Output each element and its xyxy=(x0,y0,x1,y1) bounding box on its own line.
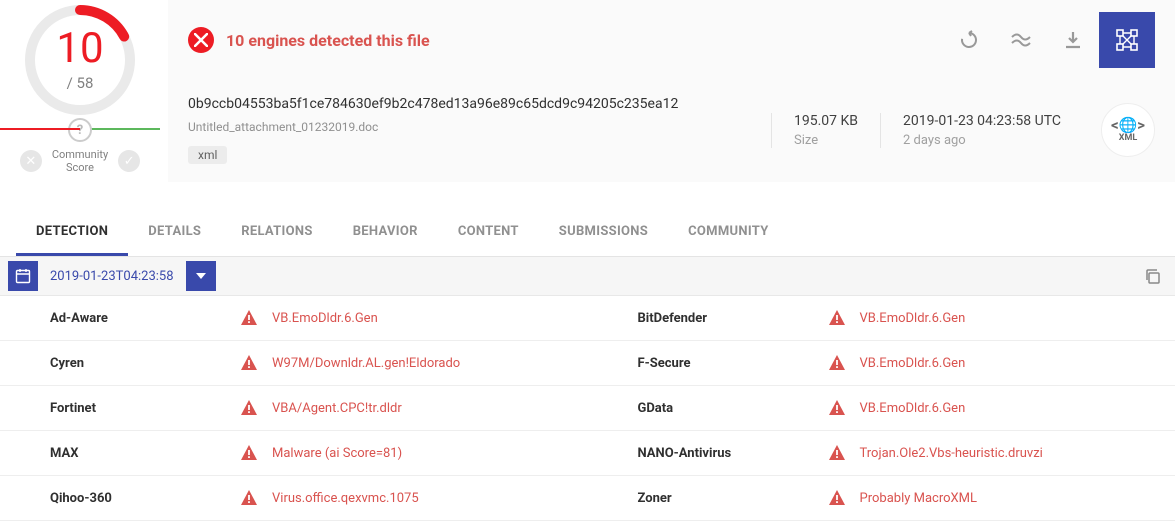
graph-button[interactable] xyxy=(1099,12,1155,68)
tab-content[interactable]: CONTENT xyxy=(438,210,539,256)
size-column: 195.07 KB Size xyxy=(771,113,880,148)
vendor-name: NANO-Antivirus xyxy=(638,446,828,461)
copy-icon[interactable] xyxy=(1137,261,1167,291)
community-score: ? ✕ Community Score ✓ xyxy=(0,128,160,174)
detection-verdict: Trojan.Ole2.Vbs-heuristic.druvzi xyxy=(860,446,1043,461)
analysis-date[interactable]: 2019-01-23T04:23:58 xyxy=(38,269,186,284)
question-icon: ? xyxy=(68,118,92,142)
detection-banner: 10 engines detected this file xyxy=(168,0,1175,80)
table-row: Qihoo-360 Virus.office.qexvmc.1075 Zoner Pr… xyxy=(0,476,1175,521)
file-hash: 0b9ccb04553ba5f1ce784630ef9b2c478ed13a96… xyxy=(188,96,755,112)
table-row: Ad-Aware VB.EmoDldr.6.Gen BitDefender VB.Em… xyxy=(0,296,1175,341)
tab-community[interactable]: COMMUNITY xyxy=(668,210,789,256)
vendor-name: BitDefender xyxy=(638,311,828,326)
detection-verdict: VB.EmoDldr.6.Gen xyxy=(860,311,966,326)
warning-icon xyxy=(828,489,846,507)
tab-relations[interactable]: RELATIONS xyxy=(221,210,332,256)
tab-details[interactable]: DETAILS xyxy=(128,210,221,256)
time-label: 2 days ago xyxy=(903,133,1061,148)
vendor-name: Cyren xyxy=(50,356,240,371)
vendor-name: Fortinet xyxy=(50,401,240,416)
detection-verdict: VBA/Agent.CPC!tr.dldr xyxy=(272,401,402,416)
vendor-name: Qihoo-360 xyxy=(50,491,240,506)
tab-submissions[interactable]: SUBMISSIONS xyxy=(539,210,668,256)
warning-icon xyxy=(828,354,846,372)
detection-verdict: VB.EmoDldr.6.Gen xyxy=(860,401,966,416)
main-info: 10 engines detected this file 0b9ccb0455… xyxy=(168,0,1175,182)
table-row: Fortinet VBA/Agent.CPC!tr.dldr GData VB.Emo… xyxy=(0,386,1175,431)
date-dropdown[interactable] xyxy=(186,261,216,291)
warning-icon xyxy=(240,309,258,327)
time-value: 2019-01-23 04:23:58 UTC xyxy=(903,113,1061,129)
vendor-name: Zoner xyxy=(638,491,828,506)
filetype-text: XML xyxy=(1119,133,1137,143)
file-tag[interactable]: xml xyxy=(188,146,227,164)
warning-icon xyxy=(828,444,846,462)
community-score-label: Community Score xyxy=(52,148,108,174)
vendor-name: Ad-Aware xyxy=(50,311,240,326)
file-meta: 0b9ccb04553ba5f1ce784630ef9b2c478ed13a96… xyxy=(168,80,1175,182)
detection-results: Ad-Aware VB.EmoDldr.6.Gen BitDefender VB.Em… xyxy=(0,296,1175,521)
table-row: MAX Malware (ai Score=81) NANO-Antivirus Tr… xyxy=(0,431,1175,476)
size-label: Size xyxy=(794,133,858,148)
filetype-icon: <🌐> XML xyxy=(1101,103,1155,157)
size-value: 195.07 KB xyxy=(794,113,858,129)
table-row: Cyren W97M/Downldr.AL.gen!Eldorado F-Secur… xyxy=(0,341,1175,386)
detection-verdict: Virus.office.qexvmc.1075 xyxy=(272,491,419,506)
detection-verdict: Probably MacroXML xyxy=(860,491,978,506)
score-ring: 10 / 58 xyxy=(22,2,138,118)
vendor-name: MAX xyxy=(50,446,240,461)
file-name: Untitled_attachment_01232019.doc xyxy=(188,120,755,134)
tab-detection[interactable]: DETECTION xyxy=(16,210,128,256)
warning-icon xyxy=(828,309,846,327)
header: 10 / 58 ? ✕ Community Score ✓ 10 engines… xyxy=(0,0,1175,182)
time-column: 2019-01-23 04:23:58 UTC 2 days ago xyxy=(880,113,1083,148)
detection-verdict: W97M/Downldr.AL.gen!Eldorado xyxy=(272,356,460,371)
detection-verdict: VB.EmoDldr.6.Gen xyxy=(272,311,378,326)
reanalyze-button[interactable] xyxy=(943,14,995,66)
vote-up-icon[interactable]: ✓ xyxy=(118,150,140,172)
analysis-toolbar: 2019-01-23T04:23:58 xyxy=(0,257,1175,296)
vendor-name: GData xyxy=(638,401,828,416)
similar-button[interactable] xyxy=(995,14,1047,66)
tabs: DETECTION DETAILS RELATIONS BEHAVIOR CON… xyxy=(0,210,1175,257)
detection-verdict: VB.EmoDldr.6.Gen xyxy=(860,356,966,371)
alert-icon xyxy=(188,27,214,53)
score-block: 10 / 58 ? ✕ Community Score ✓ xyxy=(0,0,160,174)
warning-icon xyxy=(240,444,258,462)
warning-icon xyxy=(828,399,846,417)
tab-behavior[interactable]: BEHAVIOR xyxy=(333,210,438,256)
banner-text: 10 engines detected this file xyxy=(226,31,943,50)
download-button[interactable] xyxy=(1047,14,1099,66)
vendor-name: F-Secure xyxy=(638,356,828,371)
vote-down-icon[interactable]: ✕ xyxy=(20,150,42,172)
detection-verdict: Malware (ai Score=81) xyxy=(272,446,402,461)
warning-icon xyxy=(240,354,258,372)
warning-icon xyxy=(240,489,258,507)
warning-icon xyxy=(240,399,258,417)
calendar-icon[interactable] xyxy=(8,261,38,291)
